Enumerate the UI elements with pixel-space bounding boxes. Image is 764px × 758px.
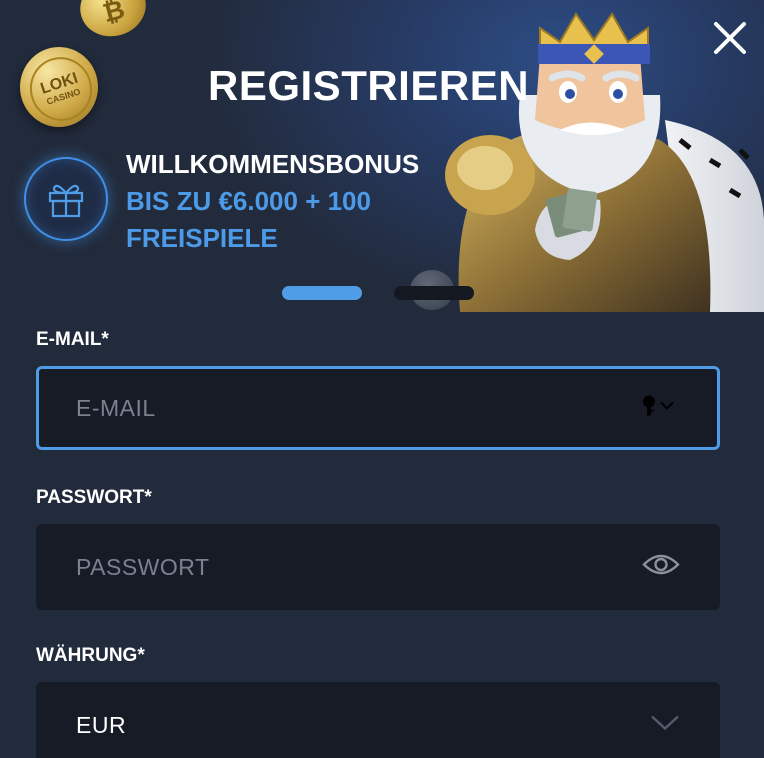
currency-dropdown-toggle[interactable] <box>650 714 680 737</box>
carousel-dot-1[interactable] <box>282 286 362 300</box>
registration-modal: ₿ LOKI CASINO REGISTRIEREN WILLKOMMENSBO… <box>0 0 764 758</box>
carousel-indicator <box>282 286 474 300</box>
carousel-dot-2[interactable] <box>394 286 474 300</box>
toggle-password-visibility-button[interactable] <box>642 552 680 583</box>
welcome-bonus-text: WILLKOMMENSBONUS BIS ZU €6.000 + 100 FRE… <box>126 146 419 257</box>
password-label: PASSWORT* <box>36 487 152 508</box>
gift-badge <box>24 157 108 241</box>
currency-select[interactable]: EUR <box>36 682 720 758</box>
gift-icon <box>48 184 84 218</box>
registration-form: E-MAIL* E-MAIL PASSWORT* PASSWORT WÄHRUN… <box>36 326 720 758</box>
chevron-down-icon <box>651 715 679 731</box>
email-placeholder: E-MAIL <box>76 394 156 421</box>
bitcoin-coin-image: ₿ <box>73 0 153 44</box>
currency-value: EUR <box>76 711 127 738</box>
email-field[interactable]: E-MAIL <box>36 366 720 450</box>
bonus-freespins: FREISPIELE <box>126 223 278 253</box>
email-label: E-MAIL* <box>36 329 109 350</box>
page-title: REGISTRIEREN <box>208 62 530 109</box>
close-button[interactable] <box>710 18 750 58</box>
close-icon <box>714 22 746 54</box>
currency-label: WÄHRUNG* <box>36 645 145 666</box>
promo-banner: ₿ LOKI CASINO REGISTRIEREN WILLKOMMENSBO… <box>0 0 764 312</box>
password-placeholder: PASSWORT <box>76 553 210 580</box>
password-manager-button[interactable] <box>641 395 677 422</box>
key-icon <box>643 395 674 416</box>
loki-coin-logo: LOKI CASINO <box>20 47 101 130</box>
password-field[interactable]: PASSWORT <box>36 524 720 610</box>
eye-icon <box>642 554 680 575</box>
bonus-amount: BIS ZU €6.000 + 100 <box>126 186 371 216</box>
bonus-headline: WILLKOMMENSBONUS <box>126 149 420 179</box>
